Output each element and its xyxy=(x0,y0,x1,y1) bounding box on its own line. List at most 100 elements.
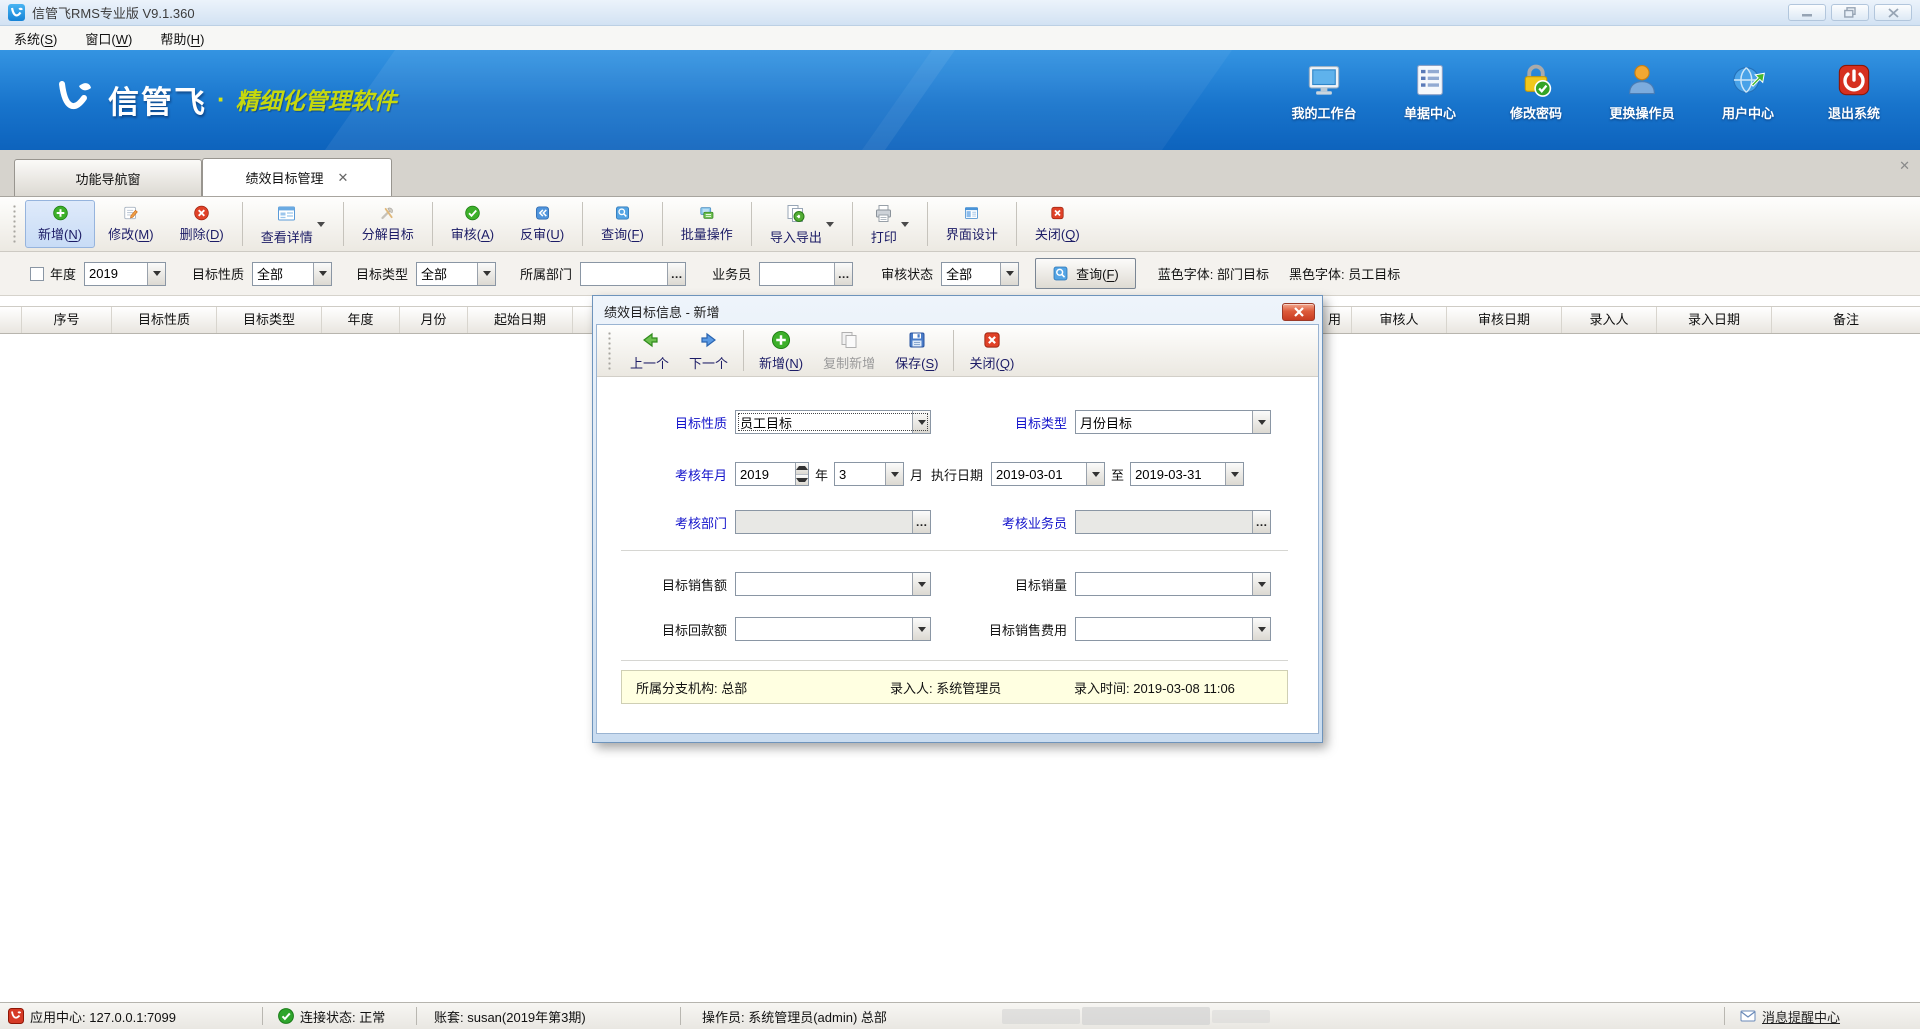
nature-dropdown-button[interactable] xyxy=(313,263,331,285)
dialog-titlebar[interactable]: 绩效目标信息 - 新增 xyxy=(596,299,1319,324)
type-filter-input[interactable] xyxy=(417,263,477,285)
approve-button[interactable]: 审核(A) xyxy=(438,200,507,248)
query-button[interactable]: 查询(F) xyxy=(588,200,657,248)
goal-type-dropdown-button[interactable] xyxy=(1252,411,1270,433)
spin-up-button[interactable] xyxy=(796,463,808,475)
goal-type-input[interactable] xyxy=(1076,411,1252,433)
nature-filter-input[interactable] xyxy=(253,263,313,285)
target-receivable-input[interactable] xyxy=(736,618,912,640)
menu-help[interactable]: 帮助(H) xyxy=(160,29,204,48)
dept-filter-field[interactable]: … xyxy=(580,262,686,286)
column-header[interactable]: 年度 xyxy=(322,307,400,333)
target-expense-input[interactable] xyxy=(1076,618,1252,640)
column-header[interactable]: 目标类型 xyxy=(217,307,322,333)
assess-dept-field[interactable]: … xyxy=(735,510,931,534)
type-filter-combo[interactable] xyxy=(416,262,496,286)
target-sales-amount-combo[interactable] xyxy=(735,572,931,596)
salesman-filter-field[interactable]: … xyxy=(759,262,853,286)
exec-to-dropdown-button[interactable] xyxy=(1225,463,1243,485)
banner-action-documents[interactable]: 单据中心 xyxy=(1386,62,1474,122)
previous-button[interactable]: 上一个 xyxy=(620,326,679,376)
goal-nature-input[interactable] xyxy=(736,411,912,433)
dept-lookup-button[interactable]: … xyxy=(667,263,685,285)
tab-close-icon[interactable]: ✕ xyxy=(338,170,349,186)
sales-amount-dropdown-button[interactable] xyxy=(912,573,930,595)
sales-qty-dropdown-button[interactable] xyxy=(1252,573,1270,595)
column-header[interactable]: 录入日期 xyxy=(1657,307,1772,333)
tabbar-close-icon[interactable]: ✕ xyxy=(1899,158,1910,174)
target-expense-combo[interactable] xyxy=(1075,617,1271,641)
assess-dept-lookup-button[interactable]: … xyxy=(912,511,930,533)
ui-design-button[interactable]: 界面设计 xyxy=(933,200,1011,248)
exec-from-dropdown-button[interactable] xyxy=(1086,463,1104,485)
tab-performance-goal[interactable]: 绩效目标管理 ✕ xyxy=(202,158,392,196)
save-button[interactable]: 保存(S) xyxy=(885,326,948,376)
filter-query-button[interactable]: 查询(F) xyxy=(1035,258,1136,289)
nature-filter-combo[interactable] xyxy=(252,262,332,286)
dialog-close-button[interactable] xyxy=(1282,303,1315,321)
column-header[interactable]: 审核人 xyxy=(1352,307,1447,333)
column-header[interactable]: 月份 xyxy=(400,307,468,333)
unapprove-button[interactable]: 反审(U) xyxy=(507,200,577,248)
salesman-filter-input[interactable] xyxy=(760,263,834,285)
tab-navigation[interactable]: 功能导航窗 xyxy=(14,159,202,196)
close-tab-button[interactable]: 关闭(Q) xyxy=(1022,200,1093,248)
year-checkbox[interactable] xyxy=(30,267,44,281)
year-dropdown-button[interactable] xyxy=(147,263,165,285)
exec-date-to-input[interactable] xyxy=(1131,463,1225,485)
exec-date-from-input[interactable] xyxy=(992,463,1086,485)
year-filter-input[interactable] xyxy=(85,263,147,285)
column-header[interactable]: 备注 xyxy=(1772,307,1920,333)
minimize-button[interactable] xyxy=(1788,4,1826,21)
column-header[interactable]: 审核日期 xyxy=(1447,307,1562,333)
add-button[interactable]: 新增(N) xyxy=(25,200,95,248)
assess-month-combo[interactable] xyxy=(834,462,904,486)
target-sales-qty-input[interactable] xyxy=(1076,573,1252,595)
goal-type-combo[interactable] xyxy=(1075,410,1271,434)
salesman-lookup-button[interactable]: … xyxy=(834,263,852,285)
dropdown-arrow-icon[interactable] xyxy=(901,222,909,227)
dropdown-arrow-icon[interactable] xyxy=(826,222,834,227)
assess-salesman-field[interactable]: … xyxy=(1075,510,1271,534)
banner-action-workbench[interactable]: 我的工作台 xyxy=(1280,62,1368,122)
target-receivable-combo[interactable] xyxy=(735,617,931,641)
type-dropdown-button[interactable] xyxy=(477,263,495,285)
expense-dropdown-button[interactable] xyxy=(1252,618,1270,640)
delete-button[interactable]: 删除(D) xyxy=(167,200,237,248)
menu-window[interactable]: 窗口(W) xyxy=(85,29,132,48)
audit-filter-input[interactable] xyxy=(942,263,1000,285)
target-sales-qty-combo[interactable] xyxy=(1075,572,1271,596)
exec-date-from-combo[interactable] xyxy=(991,462,1105,486)
year-filter-combo[interactable] xyxy=(84,262,166,286)
goal-nature-combo[interactable] xyxy=(735,410,931,434)
column-header[interactable]: 目标性质 xyxy=(112,307,217,333)
menu-system[interactable]: 系统(S) xyxy=(14,29,57,48)
import-export-button[interactable]: 导入导出 xyxy=(757,200,847,248)
banner-action-switch-operator[interactable]: 更换操作员 xyxy=(1598,62,1686,122)
copy-add-button[interactable]: 复制新增 xyxy=(813,326,885,376)
dialog-close-action-button[interactable]: 关闭(Q) xyxy=(959,326,1024,376)
dept-filter-input[interactable] xyxy=(581,263,667,285)
audit-dropdown-button[interactable] xyxy=(1000,263,1018,285)
column-header[interactable]: 序号 xyxy=(22,307,112,333)
next-button[interactable]: 下一个 xyxy=(679,326,738,376)
column-header[interactable]: 录入人 xyxy=(1562,307,1657,333)
target-sales-amount-input[interactable] xyxy=(736,573,912,595)
audit-filter-combo[interactable] xyxy=(941,262,1019,286)
message-center[interactable]: 消息提醒中心 xyxy=(1740,1003,1840,1029)
exec-date-to-combo[interactable] xyxy=(1130,462,1244,486)
message-center-link[interactable]: 消息提醒中心 xyxy=(1762,1007,1840,1026)
banner-action-user-center[interactable]: 用户中心 xyxy=(1704,62,1792,122)
close-window-button[interactable] xyxy=(1874,4,1912,21)
batch-operation-button[interactable]: 批量操作 xyxy=(668,200,746,248)
column-header[interactable]: 起始日期 xyxy=(468,307,573,333)
receivable-dropdown-button[interactable] xyxy=(912,618,930,640)
print-button[interactable]: 打印 xyxy=(858,200,922,248)
banner-action-exit-system[interactable]: 退出系统 xyxy=(1810,62,1898,122)
goal-nature-dropdown-button[interactable] xyxy=(912,411,930,433)
dropdown-arrow-icon[interactable] xyxy=(317,222,325,227)
month-dropdown-button[interactable] xyxy=(885,463,903,485)
dialog-add-button[interactable]: 新增(N) xyxy=(749,326,813,376)
assess-salesman-lookup-button[interactable]: … xyxy=(1252,511,1270,533)
assess-year-spinner[interactable] xyxy=(735,462,809,486)
